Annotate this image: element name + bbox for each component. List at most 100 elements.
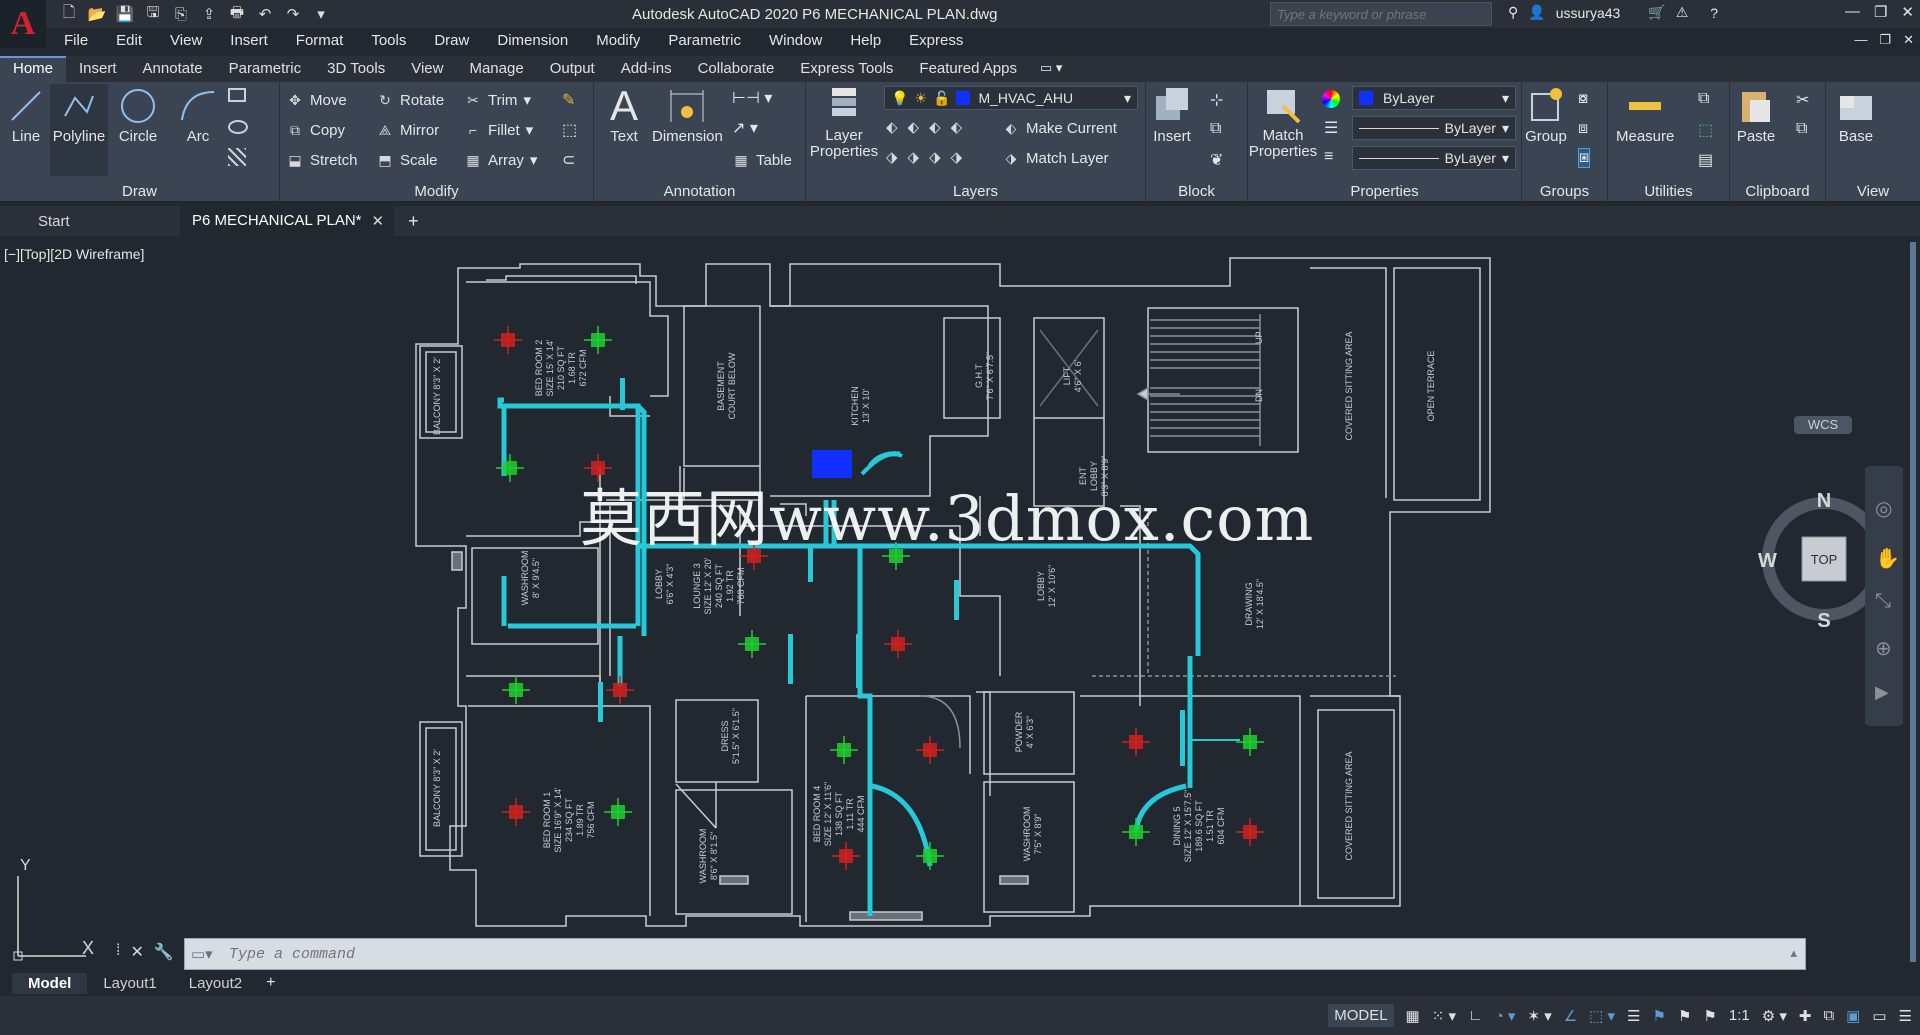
color-dropdown[interactable]: ByLayer ▾ — [1352, 86, 1516, 110]
viewcube-top-label[interactable]: TOP — [1811, 552, 1838, 567]
grip-icon[interactable]: ⁞ — [116, 942, 120, 962]
customize-icon[interactable]: ☰ — [1899, 1007, 1912, 1025]
layer-properties-button[interactable]: Layer Properties — [806, 84, 882, 160]
grid-icon[interactable]: ▦ — [1406, 1007, 1420, 1025]
match-layer-button[interactable]: ⬗ Match Layer — [1002, 146, 1109, 170]
tab-home[interactable]: Home — [0, 56, 67, 82]
edit-block-icon[interactable]: ⧉ — [1210, 120, 1221, 138]
annotation-scale-value[interactable]: 1:1 — [1729, 1007, 1750, 1024]
add-layout-icon[interactable]: + — [258, 974, 283, 992]
lineweight-toggle-icon[interactable]: ☰ — [1627, 1007, 1640, 1025]
tab-annotate[interactable]: Annotate — [130, 56, 216, 82]
view-panel-label[interactable]: View — [1826, 183, 1920, 200]
rectangle-icon[interactable] — [228, 88, 246, 102]
tab-model[interactable]: Model — [12, 972, 88, 994]
new-tab-icon[interactable]: + — [394, 211, 433, 232]
steering-wheel-icon[interactable]: ◎ — [1875, 496, 1892, 521]
tab-start[interactable]: Start — [0, 207, 180, 236]
circle-button[interactable]: Circle — [116, 84, 160, 145]
menu-item-draw[interactable]: Draw — [416, 30, 479, 52]
stretch-button[interactable]: ⬓ Stretch — [286, 148, 357, 172]
quick-select-icon[interactable]: ⧉ — [1698, 90, 1709, 108]
menu-item-parametric[interactable]: Parametric — [650, 30, 751, 52]
ellipse-icon[interactable] — [228, 120, 248, 134]
vertical-scrollbar[interactable] — [1910, 242, 1916, 962]
cut-icon[interactable]: ✂ — [1796, 90, 1809, 110]
annotation-scale-icon[interactable]: ⚑ — [1703, 1007, 1716, 1025]
fillet-button[interactable]: ⌐ Fillet ▾ — [464, 118, 533, 142]
modify-panel-label[interactable]: Modify — [280, 183, 593, 200]
pan-icon[interactable]: ✋ — [1875, 546, 1900, 571]
publish-icon[interactable]: ⎘ — [170, 3, 192, 25]
plot-icon[interactable]: ⇪ — [198, 3, 220, 25]
polyline-button[interactable]: Polyline — [50, 84, 108, 176]
tab-output[interactable]: Output — [537, 56, 608, 82]
lineweight-dropdown[interactable]: ByLayer ▾ — [1352, 116, 1516, 140]
tab-view[interactable]: View — [398, 56, 456, 82]
doc-minimize-icon[interactable]: — — [1854, 32, 1867, 48]
binoculars-icon[interactable]: ⚲ — [1508, 4, 1518, 21]
ortho-icon[interactable]: ∟ — [1468, 1007, 1483, 1024]
username[interactable]: ussurya43 — [1556, 5, 1621, 21]
tab-layout2[interactable]: Layout2 — [173, 973, 258, 994]
tab-3d-tools[interactable]: 3D Tools — [314, 56, 398, 82]
compass-n[interactable]: N — [1817, 491, 1831, 512]
tab-layout1[interactable]: Layout1 — [87, 973, 172, 994]
layer-tools-row2[interactable]: ⬗⬗⬗⬗ — [886, 148, 972, 166]
tab-featured-apps[interactable]: Featured Apps — [906, 56, 1030, 82]
menu-item-tools[interactable]: Tools — [353, 30, 416, 52]
table-button[interactable]: ▦ Table — [732, 148, 791, 172]
array-button[interactable]: ▦ Array ▾ — [464, 148, 537, 172]
tab-parametric[interactable]: Parametric — [216, 56, 315, 82]
tab-express-tools[interactable]: Express Tools — [787, 56, 906, 82]
command-history-icon[interactable]: ▭▾ — [191, 945, 213, 963]
compass-s[interactable]: S — [1817, 610, 1830, 627]
undo-icon[interactable]: ↶ — [254, 3, 276, 25]
wrench-icon[interactable]: 🔧 — [154, 942, 174, 962]
new-icon[interactable]: 🗋 — [58, 3, 80, 25]
model-space-button[interactable]: MODEL — [1328, 1004, 1394, 1027]
mirror-button[interactable]: ⟁ Mirror — [376, 118, 439, 142]
copy-button[interactable]: ⧉ Copy — [286, 118, 345, 142]
menu-item-file[interactable]: File — [46, 30, 98, 52]
attribute-icon[interactable]: ❦ — [1210, 150, 1223, 170]
properties-panel-label[interactable]: Properties — [1248, 183, 1521, 200]
drawing-canvas[interactable]: [−][Top][2D Wireframe] BED ROOM 2 SIZE 1… — [0, 236, 1920, 972]
doc-close-icon[interactable]: ✕ — [1903, 32, 1914, 48]
snap-icon[interactable]: ⁙ ▾ — [1432, 1007, 1456, 1025]
line-button[interactable]: Line — [4, 84, 48, 145]
menu-item-dimension[interactable]: Dimension — [479, 30, 578, 52]
open-icon[interactable]: 📂 — [86, 3, 108, 25]
app-store-icon[interactable]: ⚠ — [1676, 4, 1689, 21]
paste-button[interactable]: Paste — [1734, 84, 1778, 145]
select-all-icon[interactable]: ⬚ — [1698, 120, 1713, 140]
customize-qat-icon[interactable]: ▾ — [310, 3, 332, 25]
cart-icon[interactable]: 🛒 — [1648, 4, 1665, 21]
tab-add-ins[interactable]: Add-ins — [608, 56, 685, 82]
ribbon-toggle-icon[interactable]: ▭ ▾ — [1030, 56, 1072, 82]
app-menu-button[interactable]: A — [0, 0, 46, 48]
search-input[interactable] — [1270, 2, 1492, 26]
menu-item-view[interactable]: View — [152, 30, 212, 52]
zoom-extents-icon[interactable]: ⤡ — [1875, 590, 1891, 613]
ungroup-icon[interactable]: ⧇ — [1578, 90, 1588, 108]
tab-insert[interactable]: Insert — [66, 56, 130, 82]
menu-item-modify[interactable]: Modify — [578, 30, 650, 52]
linetype-dropdown[interactable]: ByLayer ▾ — [1352, 146, 1516, 170]
layer-tools-row1[interactable]: ⬖⬖⬖⬖ — [886, 118, 972, 136]
chevron-up-icon[interactable]: ▴ — [1790, 945, 1797, 961]
workspace-icon[interactable]: ⚙ ▾ — [1762, 1007, 1787, 1025]
make-current-button[interactable]: ⬖ Make Current — [1002, 116, 1117, 140]
move-button[interactable]: ✥ Move — [286, 88, 347, 112]
text-button[interactable]: A Text — [602, 82, 646, 145]
tab-close-icon[interactable]: ✕ — [372, 212, 385, 230]
group-select-icon[interactable]: ⧆ — [1578, 148, 1591, 168]
offset-icon[interactable]: ⊂ — [562, 150, 575, 170]
utilities-panel-label[interactable]: Utilities — [1608, 183, 1729, 200]
isodraft-icon[interactable]: ✶ ▾ — [1527, 1007, 1551, 1025]
leader-icon[interactable]: ↗ ▾ — [732, 118, 758, 138]
menu-item-insert[interactable]: Insert — [212, 30, 278, 52]
auto-scale-icon[interactable]: ⚑ — [1678, 1007, 1691, 1025]
draw-panel-label[interactable]: Draw — [0, 183, 279, 200]
restore-icon[interactable]: ❐ — [1874, 3, 1887, 21]
